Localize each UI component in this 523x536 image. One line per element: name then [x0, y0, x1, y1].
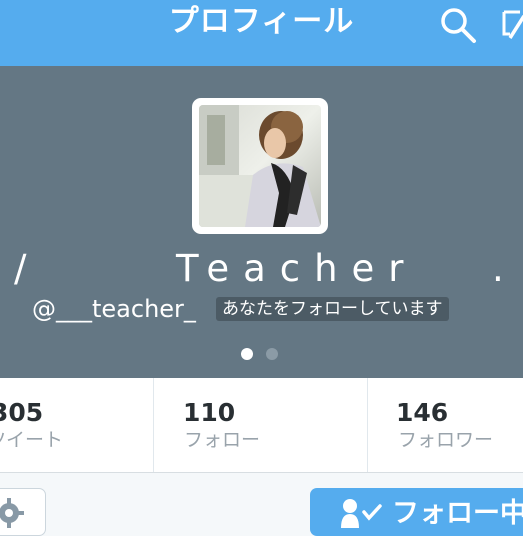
compose-button[interactable]	[500, 4, 523, 48]
display-name-prefix: /	[14, 247, 27, 290]
stat-followers-count: 146	[396, 398, 449, 427]
person-check-icon	[341, 499, 382, 528]
stat-followers-label: フォロワー	[398, 429, 494, 451]
stat-tweets[interactable]: 305 ツイート	[0, 378, 152, 472]
stat-tweets-label: ツイート	[0, 429, 64, 451]
settings-button[interactable]	[0, 488, 46, 536]
profile-header: / Teacher . @___teacher_ あなたをフォローしています	[0, 66, 523, 378]
search-button[interactable]	[437, 4, 479, 46]
handle-row: @___teacher_ あなたをフォローしています	[0, 292, 523, 326]
display-name-suffix: .	[492, 247, 504, 290]
display-name: / Teacher .	[0, 244, 523, 294]
screen-name: @___teacher_	[32, 295, 196, 323]
search-icon	[441, 8, 476, 43]
top-nav-bar: プロフィール	[0, 0, 523, 66]
stat-following[interactable]: 110 フォロー	[153, 378, 367, 472]
following-button[interactable]: フォロー中	[310, 488, 523, 536]
following-button-label: フォロー中	[392, 498, 523, 529]
stat-following-count: 110	[183, 398, 236, 427]
stat-following-label: フォロー	[184, 429, 261, 451]
stat-tweets-count: 305	[0, 398, 44, 427]
compose-icon	[502, 10, 523, 39]
avatar	[199, 105, 321, 227]
follows-you-badge: あなたをフォローしています	[216, 297, 449, 321]
page-dot-2[interactable]	[266, 348, 278, 360]
avatar-frame[interactable]	[192, 98, 328, 234]
display-name-main: Teacher	[176, 247, 418, 290]
profile-stats: 305 ツイート 110 フォロー 146 フォロワー	[0, 378, 523, 473]
page-dot-1[interactable]	[241, 348, 253, 360]
stat-followers[interactable]: 146 フォロワー	[367, 378, 523, 472]
gear-icon	[0, 498, 24, 528]
